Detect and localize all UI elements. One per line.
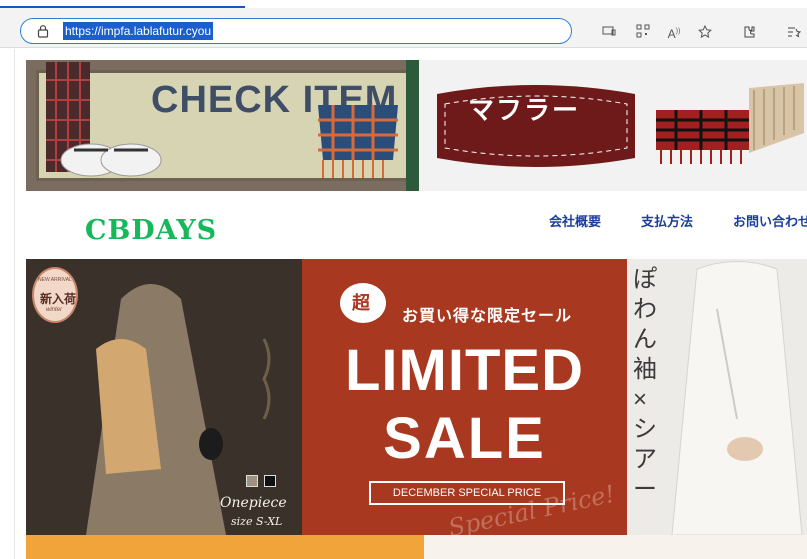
app-available-icon[interactable] [600,24,618,40]
hero-banner[interactable]: NEW ARRIVAL 新入荷 winter Onepiece size S-X… [26,259,807,535]
light-section [424,535,807,559]
nav-company[interactable]: 会社概要 [549,211,601,230]
qr-code-icon[interactable] [634,24,652,40]
sheer-shirt-panel[interactable]: ぽわん袖×シアー [627,259,807,535]
browser-toolbar: https://impfa.lablafutur.cyou A)) [0,8,807,48]
knit-dress-panel[interactable]: NEW ARRIVAL 新入荷 winter Onepiece size S-X… [26,259,302,535]
plaid-scarf-image [318,105,398,178]
beige-knit-scarf-image [749,83,804,153]
badge-bottom-text: winter [46,307,63,313]
muffler-title: マフラー [467,95,580,125]
banner-divider [406,60,419,191]
limited-sale-panel[interactable]: 超 お買い得な限定セール LIMITED SALE DECEMBER SPECI… [302,259,627,535]
flat-shoes-image [60,143,162,177]
limited-heading: LIMITED [345,338,584,403]
webpage-content: CHECK ITEM マフラー CBDAYS 会社概要 支払方法 お問い合わせ … [14,49,807,559]
favorite-icon[interactable] [696,24,714,40]
badge-main-text: 新入荷 [40,292,77,306]
extensions-icon[interactable] [740,24,758,40]
address-bar[interactable]: https://impfa.lablafutur.cyou [20,18,572,44]
url-text[interactable]: https://impfa.lablafutur.cyou [63,22,214,40]
color-swatch-black[interactable] [264,475,276,487]
site-logo[interactable]: CBDAYS [85,215,217,246]
muffler-banner[interactable]: マフラー [419,60,807,191]
sale-subtitle: お買い得な限定セール [402,308,573,325]
top-banner[interactable]: CHECK ITEM マフラー [26,60,807,191]
sale-heading: SALE [383,406,546,471]
nav-payment[interactable]: 支払方法 [641,211,693,230]
vertical-copy: ぽわん袖×シアー [633,266,657,503]
orange-section [26,535,424,559]
badge-top-text: NEW ARRIVAL [38,277,72,283]
collections-icon[interactable] [784,24,802,40]
size-label: size S-XL [231,515,283,528]
site-info-icon[interactable] [37,24,49,38]
new-arrival-badge: NEW ARRIVAL 新入荷 winter [32,267,78,323]
chou-text: 超 [352,293,370,313]
next-section-strip [26,535,807,559]
nav-contact[interactable]: お問い合わせ [733,211,807,230]
color-swatch-beige[interactable] [246,475,258,487]
top-link-fragment[interactable] [0,0,245,8]
read-aloud-icon[interactable]: A)) [665,24,683,41]
onepiece-label: Onepiece [220,495,287,511]
check-item-banner[interactable]: CHECK ITEM [26,60,419,191]
